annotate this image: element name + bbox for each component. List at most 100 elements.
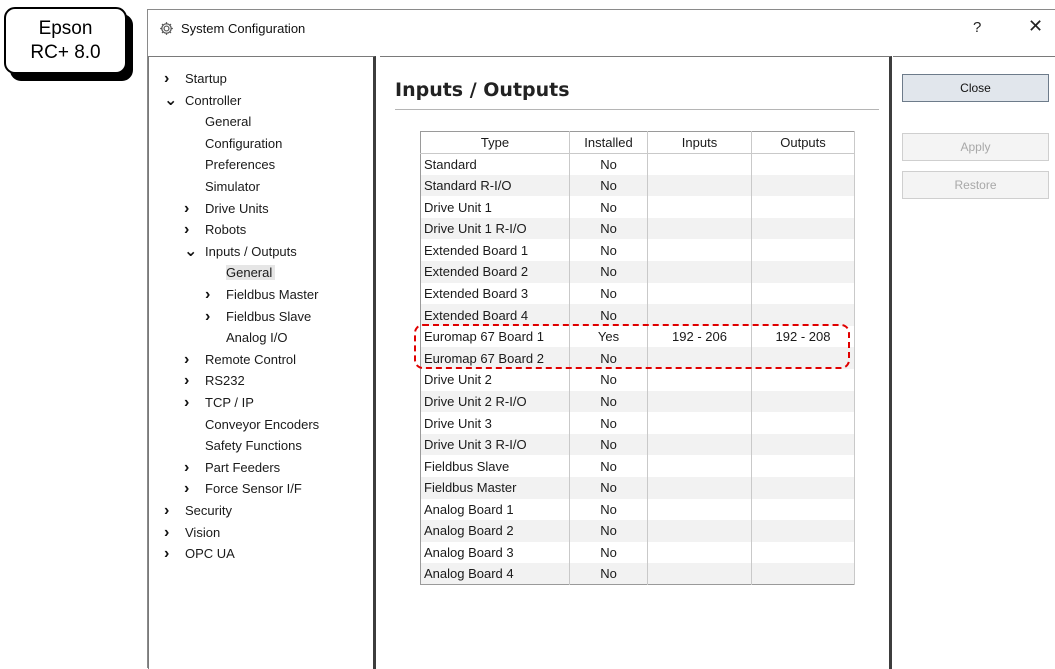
tree-item[interactable]: Conveyor Encoders: [184, 415, 319, 435]
cell-installed: No: [569, 477, 648, 499]
cell-inputs: [647, 477, 752, 499]
table-row[interactable]: Analog Board 2 No: [420, 520, 855, 542]
table-row[interactable]: Drive Unit 3 R-I/O No: [420, 433, 855, 456]
cell-inputs: [647, 412, 752, 434]
cell-outputs: [751, 347, 855, 370]
tree-item[interactable]: › Fieldbus Slave: [205, 307, 311, 327]
table-row[interactable]: Analog Board 1 No: [420, 498, 855, 521]
table-row[interactable]: Extended Board 2 No: [420, 261, 855, 283]
tree-item[interactable]: Safety Functions: [184, 436, 302, 456]
chevron-down-icon[interactable]: ⌄: [184, 242, 205, 262]
cell-outputs: [751, 477, 855, 499]
table-row[interactable]: Fieldbus Master No: [420, 477, 855, 499]
cell-inputs: [647, 455, 752, 477]
table-row[interactable]: Euromap 67 Board 2 No: [420, 347, 855, 370]
tree-item[interactable]: › Drive Units: [184, 199, 269, 219]
cell-type: Analog Board 2: [420, 520, 570, 542]
table-row[interactable]: Drive Unit 1 R-I/O No: [420, 217, 855, 240]
tree-item[interactable]: › Fieldbus Master: [205, 285, 318, 305]
cell-inputs: [647, 369, 752, 391]
tree-item[interactable]: Simulator: [184, 177, 260, 197]
tree-item[interactable]: Preferences: [184, 155, 275, 175]
tree-item-label: Part Feeders: [205, 459, 281, 475]
chevron-right-icon[interactable]: ›: [184, 350, 205, 370]
cell-inputs: [647, 347, 752, 370]
tree-item[interactable]: General: [184, 112, 251, 132]
table-header-row: Type Installed Inputs Outputs: [420, 131, 855, 154]
cell-inputs: [647, 390, 752, 413]
column-header-installed: Installed: [569, 131, 648, 154]
title-bar: System Configuration ? ✕: [148, 10, 1055, 47]
tree-item[interactable]: › Robots: [184, 220, 246, 240]
restore-button[interactable]: Restore: [902, 171, 1049, 199]
tree-item[interactable]: › Part Feeders: [184, 458, 280, 478]
table-row[interactable]: Extended Board 3 No: [420, 282, 855, 305]
tree-item[interactable]: › Remote Control: [184, 350, 296, 370]
cell-inputs: [647, 174, 752, 197]
title-divider: [395, 109, 879, 110]
chevron-right-icon[interactable]: ›: [184, 199, 205, 219]
table-row[interactable]: Standard No: [420, 153, 855, 175]
chevron-right-icon[interactable]: ›: [164, 523, 185, 543]
table-row[interactable]: Fieldbus Slave No: [420, 455, 855, 477]
tree-item-label: Safety Functions: [205, 438, 302, 454]
tree-item[interactable]: ⌄ Controller: [164, 91, 241, 111]
chevron-right-icon[interactable]: ›: [164, 69, 185, 89]
cell-outputs: [751, 433, 855, 456]
tree-item[interactable]: › Startup: [164, 69, 227, 89]
table-row[interactable]: Analog Board 3 No: [420, 541, 855, 564]
tree-item[interactable]: › RS232: [184, 371, 245, 391]
apply-button[interactable]: Apply: [902, 133, 1049, 161]
table-row[interactable]: Drive Unit 3 No: [420, 412, 855, 434]
chevron-right-icon[interactable]: ›: [184, 371, 205, 391]
cell-installed: No: [569, 217, 648, 240]
chevron-down-icon[interactable]: ⌄: [164, 91, 185, 111]
tree-item[interactable]: › Vision: [164, 523, 220, 543]
tree-item[interactable]: Analog I/O: [205, 328, 287, 348]
column-header-inputs: Inputs: [647, 131, 752, 154]
table-row[interactable]: Analog Board 4 No: [420, 563, 855, 585]
cell-outputs: [751, 196, 855, 218]
table-row[interactable]: Drive Unit 2 R-I/O No: [420, 390, 855, 413]
settings-tree: › Startup ⌄ Controller General Configuration P…: [148, 56, 376, 669]
tree-item[interactable]: › Force Sensor I/F: [184, 479, 302, 499]
table-row[interactable]: Drive Unit 2 No: [420, 369, 855, 391]
cell-outputs: [751, 390, 855, 413]
tree-item[interactable]: General: [205, 263, 276, 283]
cell-inputs: [647, 239, 752, 262]
close-button[interactable]: Close: [902, 74, 1049, 102]
cell-inputs: [647, 153, 752, 175]
cell-outputs: [751, 261, 855, 283]
chevron-right-icon[interactable]: ›: [164, 544, 185, 564]
tree-item[interactable]: Configuration: [184, 134, 282, 154]
cell-installed: No: [569, 563, 648, 585]
table-row[interactable]: Euromap 67 Board 1 Yes 192 - 206 192 - 208: [420, 325, 855, 348]
close-window-button[interactable]: ✕: [1028, 16, 1043, 37]
chevron-right-icon[interactable]: ›: [184, 220, 205, 240]
tree-item[interactable]: ⌄ Inputs / Outputs: [184, 242, 297, 262]
chevron-right-icon[interactable]: ›: [184, 458, 205, 478]
table-row[interactable]: Extended Board 1 No: [420, 239, 855, 262]
tree-item[interactable]: › OPC UA: [164, 544, 235, 564]
cell-outputs: [751, 282, 855, 305]
cell-outputs: [751, 174, 855, 197]
chevron-right-icon[interactable]: ›: [184, 393, 205, 413]
chevron-right-icon[interactable]: ›: [205, 307, 226, 327]
tree-item-label: Robots: [205, 222, 247, 238]
cell-inputs: 192 - 206: [647, 325, 752, 348]
tree-item[interactable]: › Security: [164, 501, 232, 521]
chevron-right-icon[interactable]: ›: [164, 501, 185, 521]
table-row[interactable]: Standard R-I/O No: [420, 174, 855, 197]
cell-type: Fieldbus Master: [420, 477, 570, 499]
help-button[interactable]: ?: [973, 19, 981, 36]
cell-installed: No: [569, 520, 648, 542]
cell-installed: No: [569, 347, 648, 370]
cell-inputs: [647, 282, 752, 305]
table-row[interactable]: Extended Board 4 No: [420, 304, 855, 326]
chevron-right-icon[interactable]: ›: [205, 285, 226, 305]
tree-item-label: RS232: [205, 373, 245, 389]
chevron-right-icon[interactable]: ›: [184, 479, 205, 499]
tree-item[interactable]: › TCP / IP: [184, 393, 254, 413]
table-row[interactable]: Drive Unit 1 No: [420, 196, 855, 218]
cell-type: Euromap 67 Board 2: [420, 347, 570, 370]
